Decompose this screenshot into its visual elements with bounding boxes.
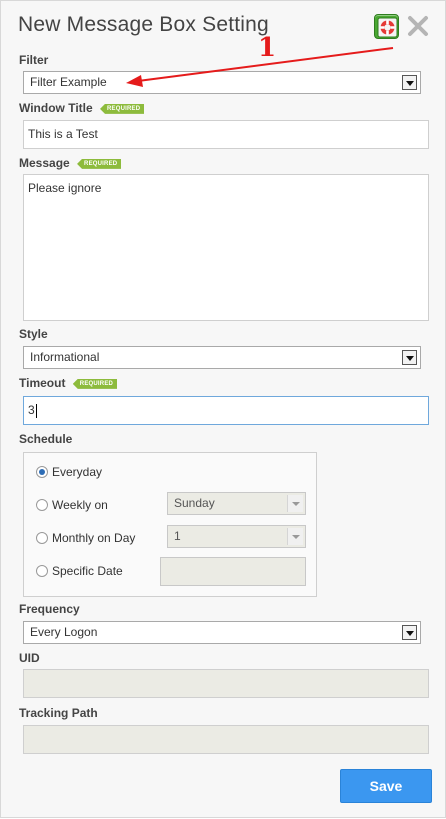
style-select-value: Informational <box>30 350 100 364</box>
message-label: Message REQUIRED <box>19 156 122 170</box>
frequency-select-value: Every Logon <box>30 625 98 639</box>
schedule-group: Everyday Weekly on Sunday Monthly on Day… <box>23 452 317 597</box>
schedule-option-label: Weekly on <box>52 498 108 512</box>
save-button[interactable]: Save <box>340 769 432 803</box>
monthly-day-select[interactable]: 1 <box>167 525 306 548</box>
filter-label: Filter <box>19 53 49 67</box>
schedule-option-label: Everyday <box>52 465 103 479</box>
window-title-input[interactable]: This is a Test <box>23 120 429 149</box>
text-cursor <box>35 403 37 418</box>
tracking-path-label: Tracking Path <box>19 706 98 720</box>
schedule-option-weekly[interactable]: Weekly on <box>36 498 108 512</box>
frequency-label: Frequency <box>19 602 80 616</box>
required-badge: REQUIRED <box>100 103 145 114</box>
weekly-day-value: Sunday <box>174 496 215 510</box>
window-title-value: This is a Test <box>28 127 98 141</box>
required-badge: REQUIRED <box>72 378 118 389</box>
style-label: Style <box>19 327 48 341</box>
specific-date-input[interactable] <box>160 557 306 586</box>
tracking-path-input[interactable] <box>23 725 429 754</box>
message-label-text: Message <box>19 156 70 170</box>
schedule-label: Schedule <box>19 432 73 446</box>
schedule-option-monthly[interactable]: Monthly on Day <box>36 531 135 545</box>
annotation-number: 1 <box>258 33 277 63</box>
schedule-option-label: Monthly on Day <box>52 531 136 545</box>
style-select[interactable]: Informational <box>23 346 421 369</box>
timeout-label: Timeout REQUIRED <box>19 376 118 390</box>
radio-icon[interactable] <box>36 565 48 577</box>
frequency-select[interactable]: Every Logon <box>23 621 421 644</box>
radio-checked-icon[interactable] <box>36 466 48 478</box>
dropdown-arrow-icon <box>402 350 417 365</box>
dropdown-arrow-icon <box>287 528 303 545</box>
close-icon[interactable] <box>406 14 430 38</box>
required-badge: REQUIRED <box>77 158 122 169</box>
message-box-settings-dialog: New Message Box Setting Filter Filter Ex… <box>0 0 446 818</box>
schedule-option-label: Specific Date <box>52 564 123 578</box>
filter-select-value: Filter Example <box>30 75 107 89</box>
dropdown-arrow-icon <box>402 625 417 640</box>
uid-input[interactable] <box>23 669 429 698</box>
lifebuoy-help-icon[interactable] <box>374 14 399 39</box>
timeout-label-text: Timeout <box>19 376 66 390</box>
dropdown-arrow-icon <box>287 495 303 512</box>
window-title-label-text: Window Title <box>19 101 93 115</box>
timeout-input[interactable]: 3 <box>23 396 429 425</box>
schedule-option-specific-date[interactable]: Specific Date <box>36 564 123 578</box>
dropdown-arrow-icon <box>402 75 417 90</box>
radio-icon[interactable] <box>36 499 48 511</box>
radio-icon[interactable] <box>36 532 48 544</box>
dialog-title: New Message Box Setting <box>18 13 269 36</box>
monthly-day-value: 1 <box>174 529 181 543</box>
weekly-day-select[interactable]: Sunday <box>167 492 306 515</box>
timeout-value: 3 <box>28 403 35 417</box>
schedule-option-everyday[interactable]: Everyday <box>36 465 102 479</box>
filter-select[interactable]: Filter Example <box>23 71 421 94</box>
message-textarea[interactable]: Please ignore <box>23 174 429 321</box>
message-value: Please ignore <box>28 181 102 195</box>
window-title-label: Window Title REQUIRED <box>19 101 145 115</box>
uid-label: UID <box>19 651 40 665</box>
